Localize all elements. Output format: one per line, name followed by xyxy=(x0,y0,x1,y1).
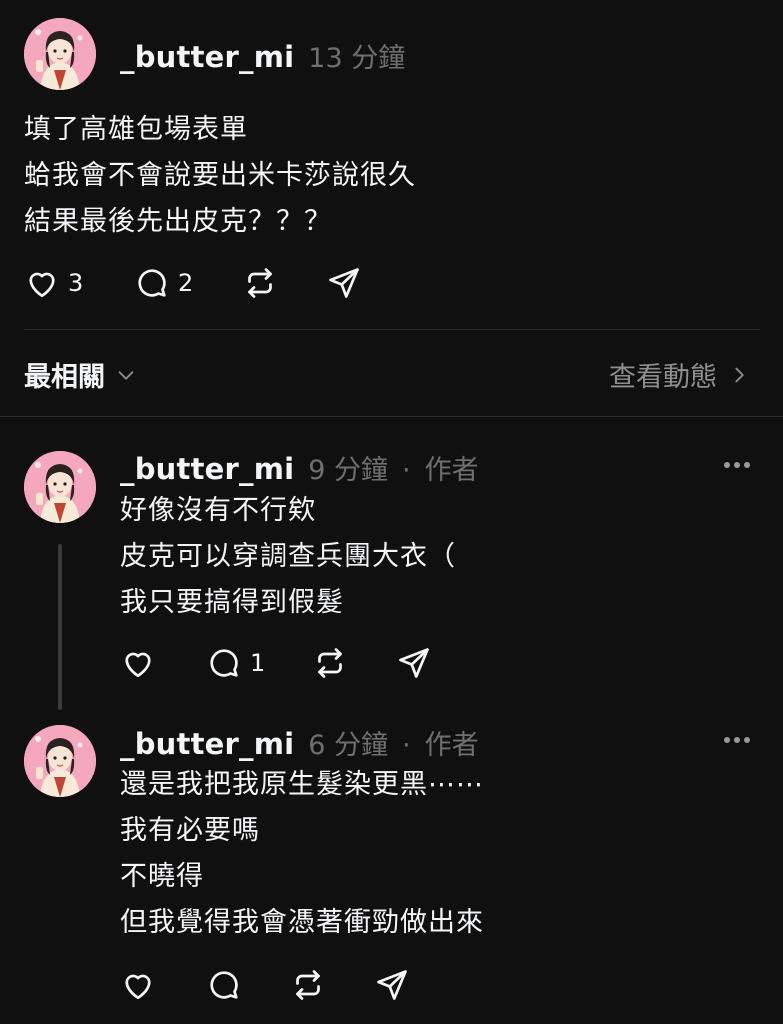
reply-time: 6 分鐘 xyxy=(308,730,389,761)
reply-body: 還是我把我原生髮染更黑⋯⋯ 我有必要嗎 不曉得 但我覺得我會憑著衝勁做出來 xyxy=(120,762,484,946)
reply-button[interactable] xyxy=(206,967,290,1003)
separator-dot: · xyxy=(402,730,411,761)
like-button[interactable] xyxy=(120,967,206,1003)
avatar[interactable] xyxy=(24,451,96,523)
chevron-down-icon xyxy=(118,370,134,380)
comment-icon xyxy=(206,967,242,1003)
comment-icon xyxy=(206,645,242,681)
reply-time: 9 分鐘 xyxy=(308,455,389,486)
reply-line: 還是我把我原生髮染更黑⋯⋯ xyxy=(120,769,484,800)
sort-dropdown[interactable]: 最相關 xyxy=(24,355,137,394)
post-line: 蛤我會不會說要出米卡莎說很久 xyxy=(24,160,416,191)
reply-count: 2 xyxy=(178,269,194,297)
chevron-right-icon xyxy=(735,367,744,382)
share-button[interactable] xyxy=(326,265,362,301)
reply-line: 我有必要嗎 xyxy=(120,815,260,846)
reply-count: 1 xyxy=(250,649,266,677)
avatar-image xyxy=(24,451,96,523)
reply-header: _butter_mi 9 分鐘 · 作者 xyxy=(120,448,479,487)
author-tag: 作者 xyxy=(424,730,479,761)
repost-icon xyxy=(290,967,326,1003)
reply-body: 好像沒有不行欸 皮克可以穿調查兵團大衣（ 我只要搞得到假髮 xyxy=(120,488,456,626)
username[interactable]: _butter_mi xyxy=(120,727,294,761)
comment-icon xyxy=(134,265,170,301)
sort-label: 最相關 xyxy=(24,362,105,393)
username[interactable]: _butter_mi xyxy=(120,452,294,486)
reply-actions: 1 xyxy=(120,645,432,681)
repost-icon xyxy=(242,265,278,301)
reply-line: 皮克可以穿調查兵團大衣（ xyxy=(120,541,456,572)
post-line: 結果最後先出皮克？？？ xyxy=(24,206,332,237)
reply-line: 不曉得 xyxy=(120,861,204,892)
more-options-button[interactable] xyxy=(724,737,750,743)
avatar[interactable] xyxy=(24,18,96,90)
reply-line: 但我覺得我會憑著衝勁做出來 xyxy=(120,907,484,938)
repost-button[interactable] xyxy=(242,265,326,301)
like-button[interactable]: 3 xyxy=(24,265,134,301)
repost-button[interactable] xyxy=(290,967,374,1003)
share-icon xyxy=(326,265,362,301)
post-header: _butter_mi 13 分鐘 xyxy=(120,36,405,75)
reply-actions xyxy=(120,967,410,1003)
repost-icon xyxy=(312,645,348,681)
share-icon xyxy=(396,645,432,681)
heart-icon xyxy=(120,645,156,681)
reply-button[interactable]: 2 xyxy=(134,265,242,301)
reply-line: 我只要搞得到假髮 xyxy=(120,587,344,618)
post-time: 13 分鐘 xyxy=(308,43,406,74)
reply-header: _butter_mi 6 分鐘 · 作者 xyxy=(120,723,479,762)
author-tag: 作者 xyxy=(424,455,479,486)
post-actions: 3 2 xyxy=(24,265,362,301)
share-button[interactable] xyxy=(374,967,410,1003)
avatar-image xyxy=(24,725,96,797)
avatar[interactable] xyxy=(24,725,96,797)
view-activity-link[interactable]: 查看動態 xyxy=(609,355,749,394)
username[interactable]: _butter_mi xyxy=(120,40,294,74)
share-icon xyxy=(374,967,410,1003)
thread-line xyxy=(58,544,62,710)
like-button[interactable] xyxy=(120,645,206,681)
share-button[interactable] xyxy=(396,645,432,681)
reply-button[interactable]: 1 xyxy=(206,645,312,681)
avatar-image xyxy=(24,18,96,90)
reply-line: 好像沒有不行欸 xyxy=(120,495,316,526)
post-body: 填了高雄包場表單 蛤我會不會說要出米卡莎說很久 結果最後先出皮克？？？ xyxy=(24,107,416,245)
divider xyxy=(24,329,760,330)
heart-icon xyxy=(120,967,156,1003)
more-options-button[interactable] xyxy=(724,462,750,468)
divider xyxy=(0,416,783,417)
post-line: 填了高雄包場表單 xyxy=(24,114,248,145)
like-count: 3 xyxy=(68,269,84,297)
heart-icon xyxy=(24,265,60,301)
repost-button[interactable] xyxy=(312,645,396,681)
separator-dot: · xyxy=(402,455,411,486)
view-activity-label: 查看動態 xyxy=(609,362,717,393)
